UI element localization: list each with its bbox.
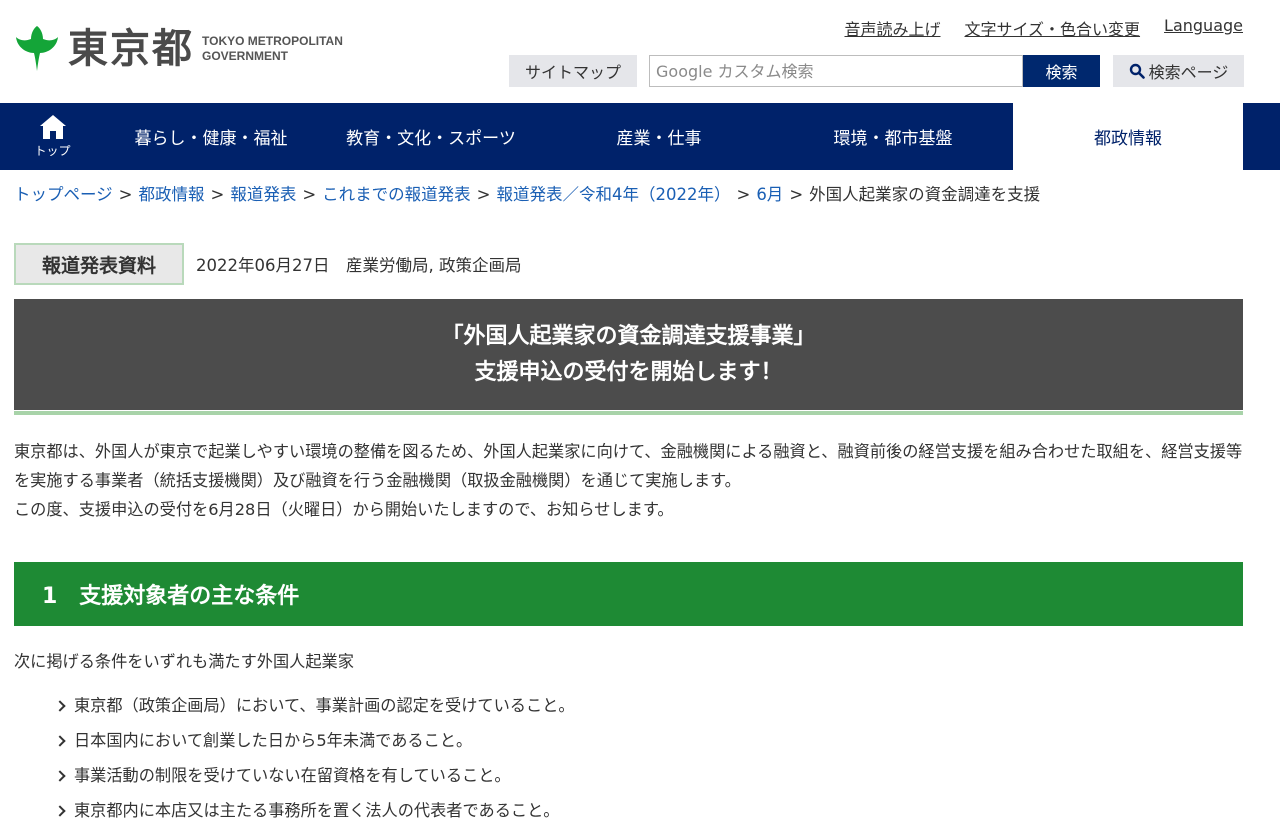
logo-text-jp: 東京都 xyxy=(68,26,194,72)
nav-item-environment[interactable]: 環境・都市基盤 xyxy=(773,103,1013,170)
nav-item-industry[interactable]: 産業・仕事 xyxy=(545,103,773,170)
nav-item-education[interactable]: 教育・文化・スポーツ xyxy=(317,103,545,170)
search-page-button[interactable]: 検索ページ xyxy=(1113,55,1244,87)
site-header: 東京都 TOKYO METROPOLITAN GOVERNMENT 音声読み上げ… xyxy=(0,0,1280,103)
magnifier-icon xyxy=(1129,63,1145,79)
logo-text-en: TOKYO METROPOLITAN GOVERNMENT xyxy=(202,34,343,63)
home-icon xyxy=(39,115,66,139)
conditions-list: 東京都（政策企画局）において、事業計画の認定を受けていること。 日本国内において… xyxy=(54,688,575,828)
chevron-right-icon xyxy=(54,734,66,747)
page-title-line2: 支援申込の受付を開始します！ xyxy=(474,359,783,385)
utility-links: 音声読み上げ 文字サイズ・色合い変更 Language xyxy=(844,16,1243,40)
intro-paragraph-1: 東京都は、外国人が東京で起業しやすい環境の整備を図るため、外国人起業家に向けて、… xyxy=(14,442,1243,490)
breadcrumb-link-press[interactable]: 報道発表 xyxy=(230,185,296,204)
nav-home[interactable]: トップ xyxy=(0,103,105,170)
breadcrumb-current: 外国人起業家の資金調達を支援 xyxy=(809,185,1041,204)
nav-home-label: トップ xyxy=(34,144,71,158)
breadcrumb-link-government[interactable]: 都政情報 xyxy=(139,185,205,204)
intro-paragraph-2: この度、支援申込の受付を6月28日（火曜日）から開始いたしますので、お知らせしま… xyxy=(14,500,674,519)
list-item: 日本国内において創業した日から5年未満であること。 xyxy=(54,723,575,758)
breadcrumb-link-2022[interactable]: 報道発表／令和4年（2022年） xyxy=(496,185,730,204)
link-language[interactable]: Language xyxy=(1164,16,1243,40)
nav-item-living[interactable]: 暮らし・健康・福祉 xyxy=(105,103,317,170)
link-speech[interactable]: 音声読み上げ xyxy=(844,16,940,40)
press-release-badge: 報道発表資料 xyxy=(14,243,184,285)
search-input[interactable] xyxy=(649,55,1023,87)
press-date-department: 2022年06月27日 産業労働局, 政策企画局 xyxy=(196,256,522,275)
title-divider xyxy=(14,411,1243,415)
breadcrumb: トップページ > 都政情報 > 報道発表 > これまでの報道発表 > 報道発表／令和4年（202… xyxy=(14,185,1041,204)
breadcrumb-link-june[interactable]: 6月 xyxy=(756,185,783,204)
chevron-right-icon xyxy=(54,804,66,817)
list-item: 東京都（政策企画局）において、事業計画の認定を受けていること。 xyxy=(54,688,575,723)
search-page-label: 検索ページ xyxy=(1148,63,1229,82)
page-title-line1: 「外国人起業家の資金調達支援事業」 xyxy=(441,324,816,350)
search-bar: サイトマップ 検索 検索ページ xyxy=(509,55,1244,87)
page-title: 「外国人起業家の資金調達支援事業」 支援申込の受付を開始します！ xyxy=(14,299,1243,410)
breadcrumb-link-past-press[interactable]: これまでの報道発表 xyxy=(322,185,471,204)
chevron-right-icon xyxy=(54,699,66,712)
conditions-lead: 次に掲げる条件をいずれも満たす外国人起業家 xyxy=(14,652,354,671)
link-font-size-color[interactable]: 文字サイズ・色合い変更 xyxy=(965,16,1141,40)
site-logo[interactable]: 東京都 TOKYO METROPOLITAN GOVERNMENT xyxy=(14,24,343,74)
global-nav: トップ 暮らし・健康・福祉 教育・文化・スポーツ 産業・仕事 環境・都市基盤 都… xyxy=(0,103,1280,170)
list-item: 事業活動の制限を受けていない在留資格を有していること。 xyxy=(54,758,575,793)
nav-filler xyxy=(1243,103,1280,170)
search-button[interactable]: 検索 xyxy=(1023,55,1100,87)
section-heading-1: 1 支援対象者の主な条件 xyxy=(14,562,1243,626)
sitemap-button[interactable]: サイトマップ xyxy=(509,55,637,87)
list-item: 東京都内に本店又は主たる事務所を置く法人の代表者であること。 xyxy=(54,793,575,828)
breadcrumb-link-top[interactable]: トップページ xyxy=(14,185,113,204)
chevron-right-icon xyxy=(54,769,66,782)
nav-item-government[interactable]: 都政情報 xyxy=(1013,103,1243,170)
intro-text: 東京都は、外国人が東京で起業しやすい環境の整備を図るため、外国人起業家に向けて、… xyxy=(14,437,1244,524)
ginkgo-leaf-icon xyxy=(16,26,58,71)
